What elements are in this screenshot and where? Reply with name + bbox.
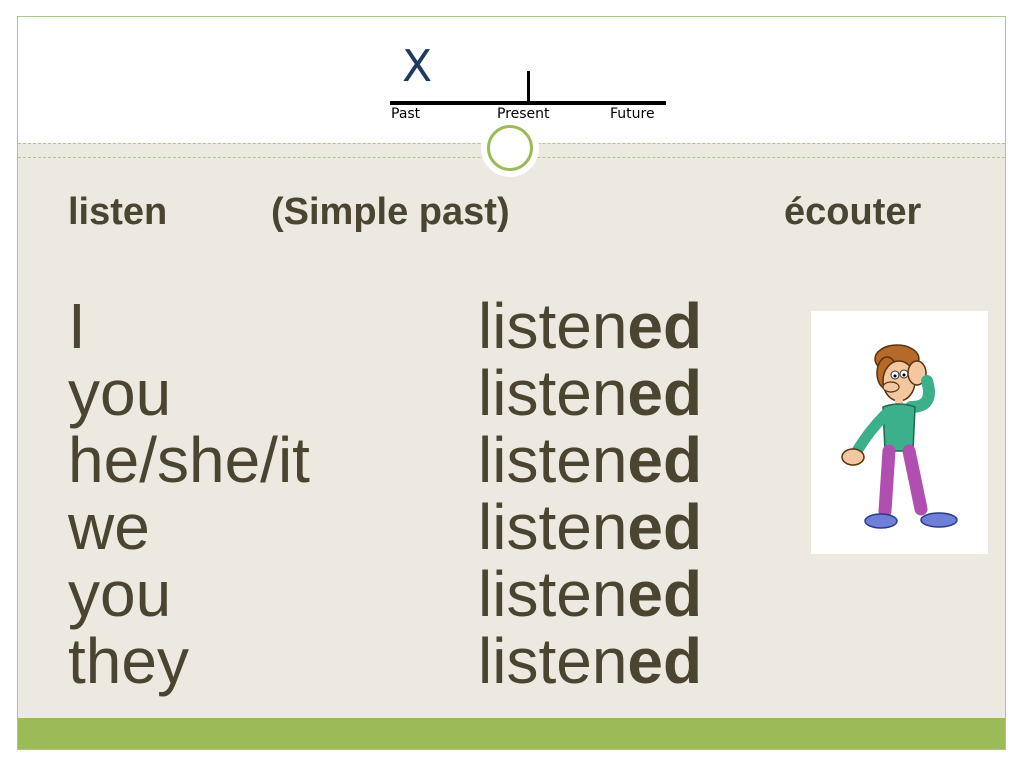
- tense-title: (Simple past): [271, 191, 510, 233]
- verb-stem: listen: [478, 558, 628, 630]
- verb-stem: listen: [478, 357, 628, 429]
- pronoun: you: [68, 558, 172, 630]
- verb-form: listened: [478, 427, 702, 494]
- verb-stem: listen: [478, 290, 628, 362]
- verb-form: listened: [478, 360, 702, 427]
- verb-ending: ed: [627, 290, 703, 362]
- conjugation-row: I listened: [18, 293, 818, 360]
- french-verb-title: écouter: [784, 191, 922, 233]
- footer-bar: [18, 718, 1005, 749]
- decorative-ring-icon: [487, 125, 533, 171]
- verb-form: listened: [478, 628, 702, 695]
- pronoun: I: [68, 290, 86, 362]
- conjugation-row: he/she/it listened: [18, 427, 818, 494]
- verb-form: listened: [478, 494, 702, 561]
- man-listening-cartoon-icon: [841, 344, 958, 529]
- pronoun: they: [68, 625, 189, 697]
- conjugation-row: we listened: [18, 494, 818, 561]
- slide: X Past Present Future listen (Simple pas…: [17, 16, 1006, 750]
- verb-stem: listen: [478, 625, 628, 697]
- verb-ending: ed: [627, 625, 703, 697]
- pronoun: you: [68, 357, 172, 429]
- conjugation-row: they listened: [18, 628, 818, 695]
- conjugation-row: you listened: [18, 360, 818, 427]
- timeline-line: [390, 101, 666, 105]
- pronoun: he/she/it: [68, 424, 310, 496]
- verb-stem: listen: [478, 491, 628, 563]
- verb-ending: ed: [627, 558, 703, 630]
- verb-form: listened: [478, 293, 702, 360]
- verb-ending: ed: [627, 491, 703, 563]
- timeline-label-future: Future: [610, 106, 655, 122]
- timeline-label-past: Past: [391, 106, 421, 122]
- timeline-marker: X: [402, 41, 433, 92]
- english-verb-title: listen: [68, 191, 168, 233]
- verb-stem: listen: [478, 424, 628, 496]
- pronoun: we: [68, 491, 150, 563]
- verb-form: listened: [478, 561, 702, 628]
- conjugation-row: you listened: [18, 561, 818, 628]
- verb-ending: ed: [627, 424, 703, 496]
- timeline-present-tick: [527, 71, 530, 103]
- verb-ending: ed: [627, 357, 703, 429]
- illustration-box: [811, 311, 988, 554]
